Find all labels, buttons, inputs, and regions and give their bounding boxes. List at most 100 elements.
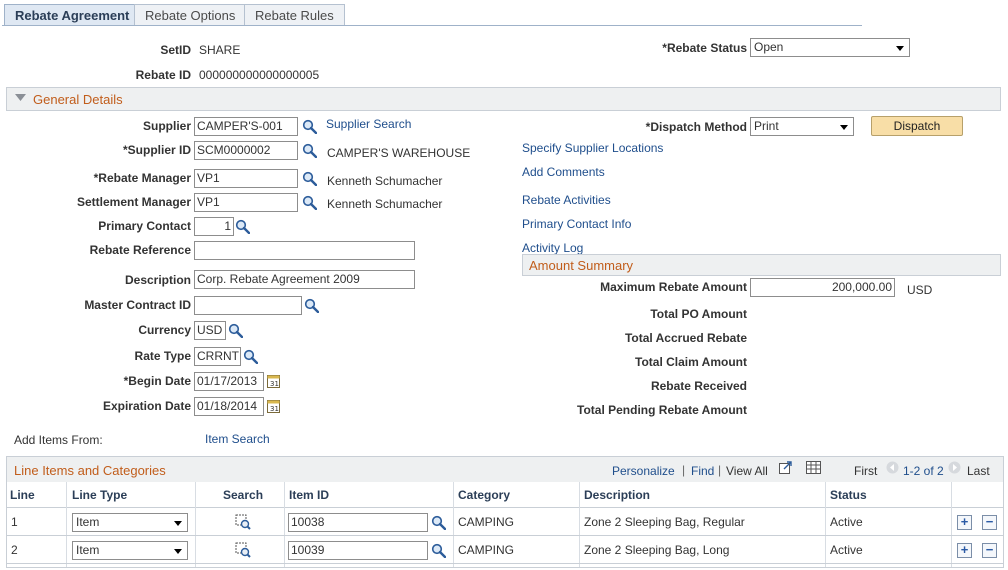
search-icon[interactable]	[431, 515, 446, 530]
supplier-id-field[interactable]: SCM0000002	[194, 141, 298, 160]
begin-date-field[interactable]: 01/17/2013	[194, 372, 264, 391]
search-icon[interactable]	[302, 143, 317, 158]
amount-summary-title: Amount Summary	[529, 258, 634, 273]
rebate-status-select[interactable]: Open	[750, 38, 910, 57]
delete-row-button[interactable]: −	[982, 515, 997, 530]
search-icon[interactable]	[243, 349, 258, 364]
line-type-select[interactable]: Item	[72, 541, 188, 560]
primary-contact-label: Primary Contact	[98, 219, 191, 233]
activity-log-link[interactable]: Activity Log	[522, 241, 583, 255]
rebate-received-label: Rebate Received	[650, 379, 747, 393]
master-contract-field[interactable]	[194, 296, 302, 315]
settlement-manager-field[interactable]: VP1	[194, 193, 298, 212]
dispatch-method-select[interactable]: Print	[750, 117, 854, 136]
new-window-icon[interactable]	[779, 461, 793, 474]
delete-row-button[interactable]: −	[982, 543, 997, 558]
general-details-header[interactable]: General Details	[6, 87, 1001, 111]
begin-date-label: *Begin Date	[123, 374, 191, 388]
rebate-manager-field[interactable]: VP1	[194, 169, 298, 188]
chevron-down-icon	[174, 521, 182, 526]
row-description: Zone 2 Sleeping Bag, Regular	[584, 515, 745, 529]
item-search-icon[interactable]	[235, 514, 251, 530]
chevron-down-icon	[896, 46, 904, 51]
expiration-date-label: Expiration Date	[102, 399, 191, 413]
search-icon[interactable]	[304, 298, 319, 313]
page-range: 1-2 of 2	[903, 464, 944, 478]
rate-type-field[interactable]: CRRNT	[194, 347, 241, 366]
amount-summary-header: Amount Summary	[522, 254, 1001, 276]
search-icon[interactable]	[302, 119, 317, 134]
column-header-status[interactable]: Status	[830, 488, 867, 502]
view-all-link[interactable]: View All	[726, 464, 768, 478]
add-row-button[interactable]: +	[957, 515, 972, 530]
primary-contact-field[interactable]: 1	[194, 217, 234, 236]
search-icon[interactable]	[431, 543, 446, 558]
max-rebate-label: Maximum Rebate Amount	[600, 280, 747, 294]
row-line-number: 1	[11, 515, 18, 529]
expiration-date-field[interactable]: 01/18/2014	[194, 397, 264, 416]
column-header-line[interactable]: Line	[10, 488, 35, 502]
dispatch-button[interactable]: Dispatch	[871, 116, 963, 136]
tab-rebate-agreement[interactable]: Rebate Agreement	[4, 4, 141, 26]
rebate-activities-link[interactable]: Rebate Activities	[522, 193, 611, 207]
calendar-icon[interactable]	[267, 374, 280, 388]
column-header-description[interactable]: Description	[584, 488, 650, 502]
row-status: Active	[830, 515, 863, 529]
chevron-down-icon	[840, 125, 848, 130]
column-header-category[interactable]: Category	[458, 488, 510, 502]
total-po-amount-label: Total PO Amount	[650, 307, 747, 321]
row-category: CAMPING	[458, 543, 515, 557]
supplier-field[interactable]: CAMPER'S-001	[194, 117, 298, 136]
tab-divider	[2, 25, 862, 26]
max-rebate-currency: USD	[907, 283, 933, 297]
specify-supplier-locations-link[interactable]: Specify Supplier Locations	[522, 141, 663, 155]
item-id-field[interactable]: 10038	[288, 513, 428, 532]
item-search-link[interactable]: Item Search	[205, 432, 270, 446]
add-comments-link[interactable]: Add Comments	[522, 165, 605, 179]
row-status: Active	[830, 543, 863, 557]
line-type-value: Item	[76, 515, 100, 529]
row-line-number: 2	[11, 543, 18, 557]
item-id-field[interactable]: 10039	[288, 541, 428, 560]
personalize-link[interactable]: Personalize	[612, 464, 675, 478]
search-icon[interactable]	[302, 195, 317, 210]
download-grid-icon[interactable]	[806, 461, 821, 474]
collapse-triangle-icon[interactable]	[15, 94, 26, 102]
currency-field[interactable]: USD	[194, 321, 226, 340]
max-rebate-field[interactable]: 200,000.00	[750, 278, 895, 297]
rebate-status-value: Open	[754, 40, 784, 54]
total-pending-rebate-label: Total Pending Rebate Amount	[577, 403, 747, 417]
dispatch-method-label: *Dispatch Method	[645, 120, 747, 134]
master-contract-label: Master Contract ID	[84, 298, 191, 312]
first-label: First	[854, 464, 878, 478]
description-field[interactable]: Corp. Rebate Agreement 2009	[194, 270, 415, 289]
rebate-manager-name: Kenneth Schumacher	[327, 174, 443, 188]
primary-contact-info-link[interactable]: Primary Contact Info	[522, 217, 631, 231]
line-type-select[interactable]: Item	[72, 513, 188, 532]
rebate-reference-field[interactable]	[194, 241, 415, 260]
chevron-down-icon	[174, 549, 182, 554]
search-icon[interactable]	[302, 171, 317, 186]
search-icon[interactable]	[235, 219, 250, 234]
supplier-search-link[interactable]: Supplier Search	[326, 117, 411, 131]
rebate-id-label: Rebate ID	[135, 68, 191, 82]
line-items-title: Line Items and Categories	[14, 463, 166, 478]
column-header-line-type[interactable]: Line Type	[72, 488, 127, 502]
item-search-icon[interactable]	[235, 542, 251, 558]
tab-rebate-options[interactable]: Rebate Options	[134, 4, 247, 26]
general-details-title: General Details	[33, 92, 123, 107]
supplier-label: Supplier	[142, 119, 191, 133]
search-icon[interactable]	[228, 323, 243, 338]
column-header-item-id[interactable]: Item ID	[289, 488, 329, 502]
next-arrow-icon[interactable]	[948, 461, 961, 474]
total-claim-amount-label: Total Claim Amount	[635, 355, 747, 369]
settlement-manager-name: Kenneth Schumacher	[327, 197, 443, 211]
add-row-button[interactable]: +	[957, 543, 972, 558]
supplier-id-label: *Supplier ID	[122, 143, 191, 157]
row-category: CAMPING	[458, 515, 515, 529]
previous-arrow-icon[interactable]	[886, 461, 899, 474]
tab-rebate-rules[interactable]: Rebate Rules	[244, 4, 345, 26]
rate-type-label: Rate Type	[134, 349, 191, 363]
calendar-icon[interactable]	[267, 399, 280, 413]
find-link[interactable]: Find	[691, 464, 714, 478]
